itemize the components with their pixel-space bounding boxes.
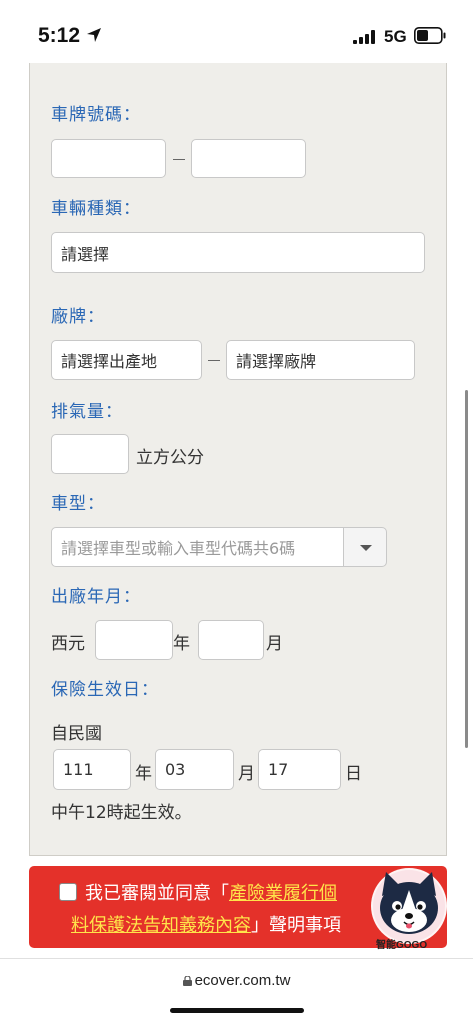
- manufacture-month-input[interactable]: [198, 620, 264, 660]
- mascot-caption: 智能GOGO: [376, 940, 428, 951]
- effective-month-unit: 月: [238, 764, 255, 784]
- manufacture-date-label: 出廠年月：: [51, 587, 141, 607]
- era-prefix: 西元: [51, 634, 85, 654]
- home-indicator[interactable]: [170, 1008, 304, 1013]
- consent-checkbox[interactable]: [59, 883, 77, 901]
- brand-label: 廠牌：: [51, 307, 105, 327]
- effective-date-label: 保險生效日：: [51, 680, 159, 700]
- effective-year-unit: 年: [135, 764, 152, 784]
- location-arrow-icon: [87, 28, 101, 42]
- cellular-signal-icon: [353, 30, 375, 44]
- plate-dash: [173, 159, 185, 160]
- page-scrollbar[interactable]: [465, 390, 468, 748]
- manufacture-year-input[interactable]: [95, 620, 173, 660]
- manufacture-month-unit: 月: [266, 634, 283, 654]
- consent-text-before: 我已審閱並同意「: [85, 883, 229, 904]
- consent-line-2: 料保護法告知義務內容」聲明事項: [71, 911, 341, 937]
- consent-line-1: 我已審閱並同意「產險業履行個: [85, 879, 337, 905]
- effective-day-input[interactable]: 17: [258, 749, 341, 790]
- displacement-unit: 立方公分: [136, 448, 204, 468]
- car-model-label: 車型：: [51, 494, 105, 514]
- battery-icon: [414, 27, 446, 44]
- effective-year-input[interactable]: 111: [53, 749, 131, 790]
- lock-icon: [182, 976, 192, 986]
- vehicle-type-select[interactable]: 請選擇: [51, 232, 425, 273]
- plate-number-label: 車牌號碼：: [51, 105, 141, 125]
- car-model-dropdown-button[interactable]: [343, 527, 387, 567]
- status-bar: 5:12 5G: [0, 0, 473, 64]
- vehicle-type-label: 車輛種類：: [51, 199, 141, 219]
- manufacture-year-unit: 年: [173, 634, 190, 654]
- brand-dash: [208, 360, 220, 361]
- browser-toolbar-divider: [0, 958, 473, 959]
- displacement-input[interactable]: [51, 434, 129, 474]
- brand-select[interactable]: 請選擇廠牌: [226, 340, 415, 380]
- status-time: 5:12: [38, 24, 81, 47]
- plate-number-prefix-input[interactable]: [51, 139, 166, 178]
- consent-text-after: 」聲明事項: [251, 915, 341, 936]
- car-model-input[interactable]: 請選擇車型或輸入車型代碼共6碼: [51, 527, 344, 567]
- url-text: ecover.com.tw: [194, 972, 291, 989]
- origin-select[interactable]: 請選擇出產地: [51, 340, 202, 380]
- displacement-label: 排氣量：: [51, 402, 123, 422]
- network-type: 5G: [384, 27, 407, 46]
- effective-month-input[interactable]: 03: [155, 749, 234, 790]
- privacy-notice-link-cont[interactable]: 料保護法告知義務內容: [71, 915, 251, 936]
- privacy-notice-link[interactable]: 產險業履行個: [229, 883, 337, 904]
- quote-form: 車牌號碼： 車輛種類： 請選擇 廠牌： 請選擇出產地 請選擇廠牌 排氣量： 立方…: [29, 63, 447, 856]
- plate-number-suffix-input[interactable]: [191, 139, 306, 178]
- caret-down-icon: [360, 545, 372, 551]
- page: 5:12 5G 車牌號碼： 車輛種類： 請選擇 廠牌： 請選擇出產地 請選擇廠牌…: [0, 0, 473, 1024]
- effective-day-unit: 日: [345, 764, 362, 784]
- address-bar[interactable]: ecover.com.tw: [0, 972, 473, 989]
- effective-time-note: 中午12時起生效。: [51, 803, 192, 823]
- effective-date-prefix: 自民國: [51, 724, 102, 744]
